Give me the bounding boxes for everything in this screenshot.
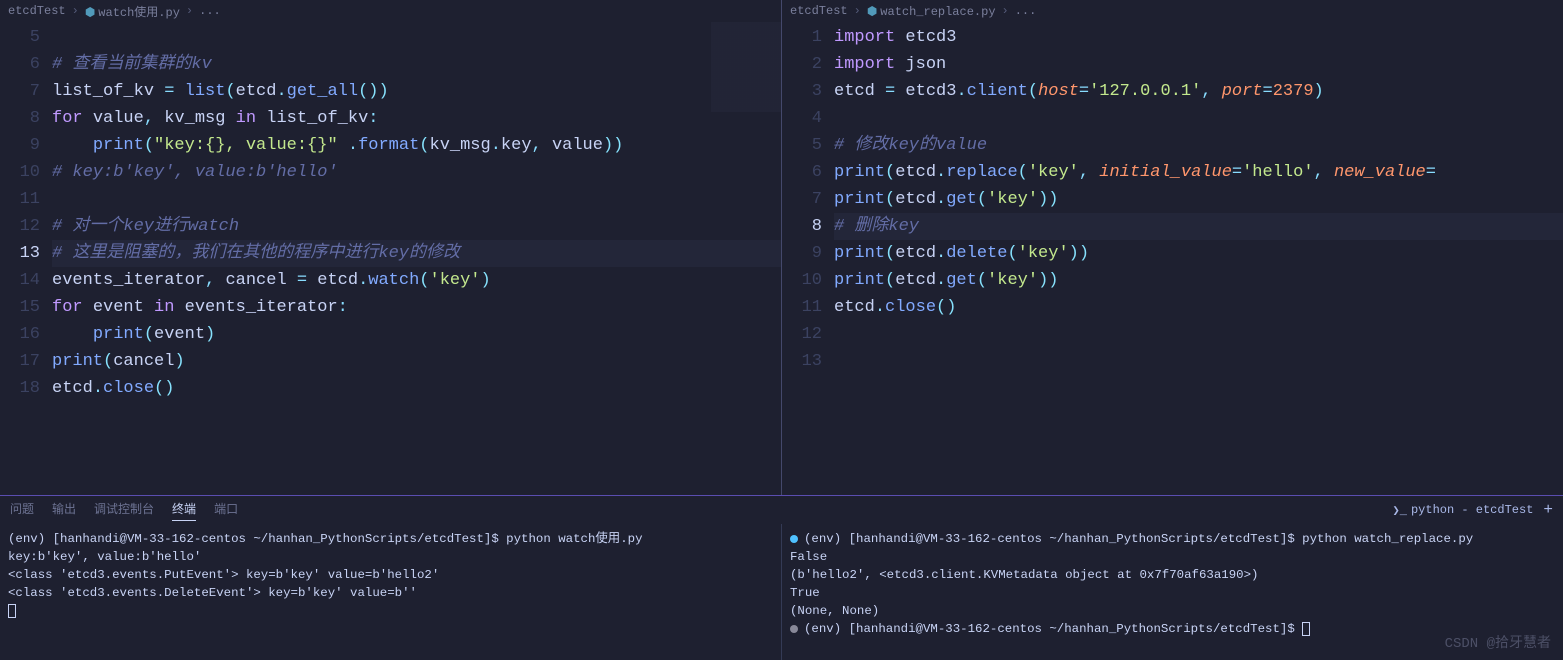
tab-problems[interactable]: 问题 — [10, 500, 34, 520]
chevron-right-icon — [70, 4, 81, 18]
breadcrumb-item[interactable]: etcdTest — [790, 4, 848, 18]
code-lines[interactable]: import etcd3import jsonetcd = etcd3.clie… — [834, 24, 1563, 375]
breadcrumb-item[interactable]: ⬢watch使用.py — [85, 3, 180, 20]
breadcrumb-item[interactable]: etcdTest — [8, 4, 66, 18]
watermark: CSDN @拾牙慧者 — [1445, 632, 1551, 652]
panel-tabs: 问题 输出 调试控制台 终端 端口 ❯_ python - etcdTest + — [0, 496, 1563, 524]
python-icon: ⬢ — [85, 6, 95, 20]
tab-debug-console[interactable]: 调试控制台 — [94, 500, 154, 520]
bottom-panel: 问题 输出 调试控制台 终端 端口 ❯_ python - etcdTest +… — [0, 495, 1563, 660]
terminal-selector-label: python - etcdTest — [1411, 503, 1533, 517]
editor-left[interactable]: etcdTest ⬢watch使用.py ... 567891011121314… — [0, 0, 782, 495]
terminal-left[interactable]: (env) [hanhandi@VM-33-162-centos ~/hanha… — [0, 524, 782, 660]
terminals-split: (env) [hanhandi@VM-33-162-centos ~/hanha… — [0, 524, 1563, 660]
terminal-icon: ❯_ — [1393, 503, 1407, 518]
line-gutter: 56789101112131415161718 — [0, 24, 52, 402]
editors-split: etcdTest ⬢watch使用.py ... 567891011121314… — [0, 0, 1563, 495]
breadcrumb-right[interactable]: etcdTest ⬢watch_replace.py ... — [782, 0, 1563, 22]
breadcrumb-item[interactable]: ... — [199, 4, 221, 18]
terminal-selector[interactable]: ❯_ python - etcdTest — [1393, 503, 1534, 518]
tab-output[interactable]: 输出 — [52, 500, 76, 520]
editor-right[interactable]: etcdTest ⬢watch_replace.py ... 123456789… — [782, 0, 1563, 495]
python-icon: ⬢ — [867, 5, 877, 19]
tab-ports[interactable]: 端口 — [214, 500, 238, 520]
code-area-right[interactable]: 12345678910111213 import etcd3import jso… — [782, 22, 1563, 375]
code-lines[interactable]: # 查看当前集群的kvlist_of_kv = list(etcd.get_al… — [52, 24, 781, 402]
chevron-right-icon — [1000, 4, 1011, 18]
add-terminal-button[interactable]: + — [1543, 501, 1553, 519]
breadcrumb-item[interactable]: ... — [1015, 4, 1037, 18]
code-area-left[interactable]: 56789101112131415161718 # 查看当前集群的kvlist_… — [0, 22, 781, 402]
breadcrumb-item[interactable]: ⬢watch_replace.py — [867, 4, 996, 19]
breadcrumb-left[interactable]: etcdTest ⬢watch使用.py ... — [0, 0, 781, 22]
line-gutter: 12345678910111213 — [782, 24, 834, 375]
chevron-right-icon — [184, 4, 195, 18]
tab-terminal[interactable]: 终端 — [172, 500, 196, 521]
chevron-right-icon — [852, 4, 863, 18]
